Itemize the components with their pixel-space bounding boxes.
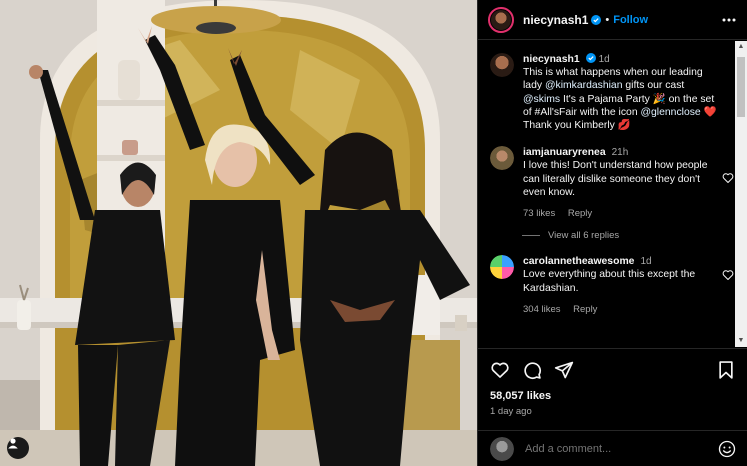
commenter-avatar[interactable] xyxy=(490,146,514,171)
heart-icon[interactable] xyxy=(722,269,734,281)
post-details-panel: niecynash1 • Follow niecynash1 1d This is… xyxy=(477,0,747,466)
reply-button[interactable]: Reply xyxy=(568,208,592,219)
commenter-username[interactable]: carolannetheawesome xyxy=(523,256,634,267)
scroll-down-arrow-icon[interactable]: ▼ xyxy=(735,335,747,347)
post-caption: niecynash1 1d This is what happens when o… xyxy=(490,53,736,132)
more-options-icon xyxy=(722,18,736,21)
user-icon xyxy=(8,438,18,449)
comment-input[interactable] xyxy=(525,442,718,455)
commenter-avatar[interactable] xyxy=(490,255,514,280)
replies-divider xyxy=(522,235,540,237)
view-replies-button[interactable]: View all 6 replies xyxy=(522,230,736,241)
comments-scrollbar[interactable]: ▲ ▼ xyxy=(735,41,747,347)
comment-body: carolannetheawesome 1d Love everything ab… xyxy=(523,255,723,316)
caption-username[interactable]: niecynash1 xyxy=(523,54,580,65)
comment-likes[interactable]: 304 likes xyxy=(523,304,561,315)
commenter-username[interactable]: iamjanuaryrenea xyxy=(523,147,606,158)
verified-badge-icon xyxy=(591,14,602,25)
author-username[interactable]: niecynash1 xyxy=(523,13,588,27)
comment-time: 21h xyxy=(611,147,629,159)
view-replies-label: View all 6 replies xyxy=(548,230,620,242)
mention-link[interactable]: @skims xyxy=(523,94,560,105)
caption-time: 1d xyxy=(598,54,610,65)
comment-text: Love everything about this except the Ka… xyxy=(523,269,696,294)
more-options-button[interactable] xyxy=(721,12,737,28)
comment-text: I love this! Don't understand how people… xyxy=(523,160,708,198)
caption-text-part: gifts our cast xyxy=(622,80,685,92)
verified-badge-icon xyxy=(585,53,596,63)
add-comment-bar xyxy=(478,430,747,466)
heart-icon[interactable] xyxy=(722,172,734,184)
caption-text: niecynash1 1d This is what happens when o… xyxy=(523,53,723,132)
tagged-user-button[interactable] xyxy=(7,437,29,459)
scroll-up-arrow-icon[interactable]: ▲ xyxy=(735,41,747,53)
comment-item: carolannetheawesome 1d Love everything ab… xyxy=(490,255,736,316)
heart-icon[interactable] xyxy=(490,360,510,380)
comments-list[interactable]: niecynash1 1d This is what happens when o… xyxy=(478,41,736,347)
author-avatar[interactable] xyxy=(488,6,514,33)
comment-meta: 73 likes Reply xyxy=(523,207,723,220)
action-icons xyxy=(490,359,736,381)
post-header: niecynash1 • Follow xyxy=(478,0,747,40)
share-icon[interactable] xyxy=(554,360,574,380)
comment-likes[interactable]: 73 likes xyxy=(523,208,555,219)
post-photo[interactable] xyxy=(0,0,477,466)
post-photo-illustration xyxy=(0,0,477,466)
reply-button[interactable]: Reply xyxy=(573,304,597,315)
comment-item: iamjanuaryrenea 21h I love this! Don't un… xyxy=(490,146,736,220)
current-user-avatar xyxy=(490,436,514,461)
comment-time: 1d xyxy=(640,256,652,268)
emoji-icon[interactable] xyxy=(718,440,736,458)
caption-author-avatar[interactable] xyxy=(490,53,514,77)
bookmark-icon[interactable] xyxy=(716,360,736,380)
header-separator: • xyxy=(605,13,610,26)
scroll-thumb[interactable] xyxy=(737,57,745,117)
post-actions: 58,057 likes 1 day ago xyxy=(478,348,747,417)
comment-body: iamjanuaryrenea 21h I love this! Don't un… xyxy=(523,146,723,220)
mention-link[interactable]: @glennclose xyxy=(640,107,700,118)
comment-icon[interactable] xyxy=(522,360,542,380)
likes-count[interactable]: 58,057 likes xyxy=(490,390,736,402)
comment-meta: 304 likes Reply xyxy=(523,303,723,316)
follow-button[interactable]: Follow xyxy=(613,14,648,26)
mention-link[interactable]: @kimkardashian xyxy=(545,80,623,91)
post-date: 1 day ago xyxy=(490,406,532,417)
